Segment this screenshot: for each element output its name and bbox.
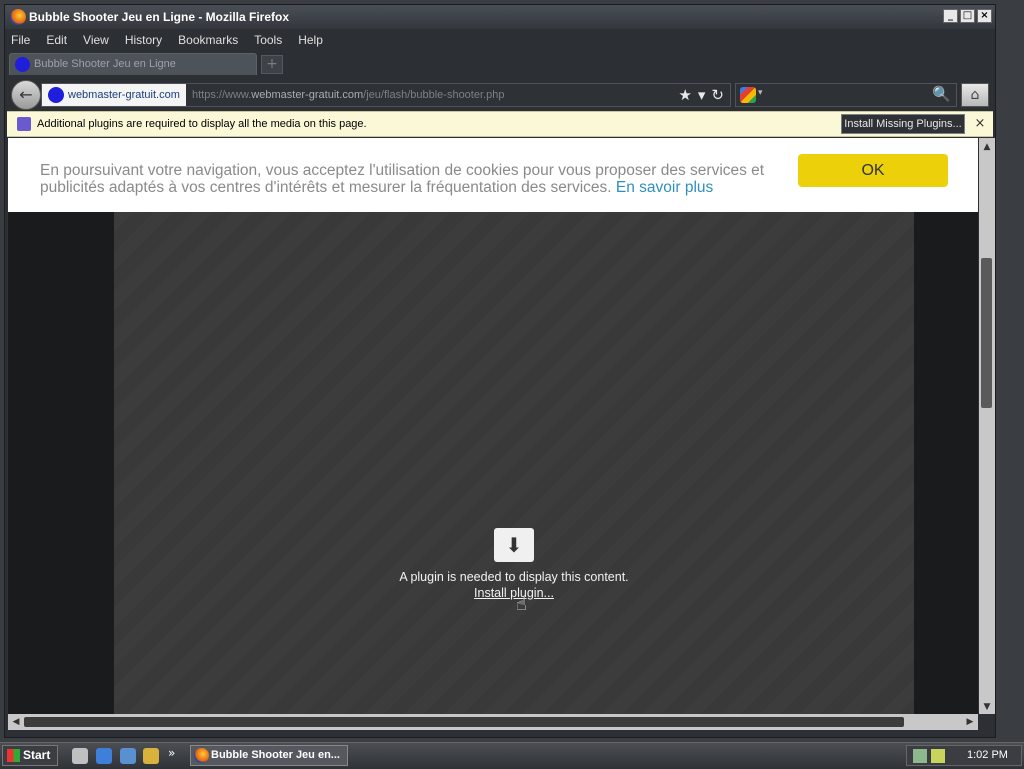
search-box[interactable]: ▾ 🔍 [735, 83, 957, 107]
back-button[interactable]: ← [11, 80, 41, 110]
search-engine-dropdown-icon[interactable]: ▾ [758, 88, 763, 98]
menu-edit[interactable]: Edit [46, 33, 67, 47]
tab-strip: Bubble Shooter Jeu en Ligne + [5, 51, 995, 77]
google-icon[interactable] [740, 87, 756, 103]
cookie-banner: En poursuivant votre navigation, vous ac… [8, 138, 978, 212]
ie-icon[interactable] [96, 748, 112, 764]
url-path: /jeu/flash/bubble-shooter.php [363, 89, 505, 101]
menu-view[interactable]: View [83, 33, 109, 47]
explorer-icon[interactable] [143, 748, 159, 764]
start-button[interactable]: Start [2, 745, 58, 766]
close-button[interactable]: × [977, 9, 992, 23]
menu-bar: File Edit View History Bookmarks Tools H… [5, 29, 995, 51]
cookie-more-link[interactable]: En savoir plus [616, 179, 713, 196]
taskbar: Start » Bubble Shooter Jeu en... 1:02 PM [0, 742, 1024, 769]
network-icon[interactable] [913, 749, 927, 763]
show-desktop-icon[interactable] [72, 748, 88, 764]
new-tab-button[interactable]: + [261, 55, 283, 74]
maximize-button[interactable]: □ [960, 9, 975, 23]
reload-icon[interactable]: ↻ [711, 86, 724, 104]
plugin-icon [17, 117, 31, 131]
url-bar[interactable]: webmaster-gratuit.com https://www.webmas… [41, 83, 731, 107]
url-text: https://www.webmaster-gratuit.com/jeu/fl… [192, 89, 504, 101]
scroll-right-icon[interactable]: ▶ [962, 715, 978, 729]
site-favicon-icon [48, 87, 64, 103]
notification-close-icon[interactable]: × [973, 116, 987, 132]
url-domain: webmaster-gratuit.com [251, 89, 364, 101]
tab-bubble-shooter[interactable]: Bubble Shooter Jeu en Ligne [9, 53, 257, 75]
url-prefix: https://www. [192, 89, 252, 101]
firefox-icon [194, 748, 209, 763]
window-title: Bubble Shooter Jeu en Ligne - Mozilla Fi… [29, 10, 290, 24]
vertical-scrollbar[interactable]: ▲ ▼ [979, 138, 995, 714]
plugin-download-icon[interactable]: ⬇ [494, 528, 534, 562]
quicklaunch-more-icon[interactable]: » [168, 746, 175, 760]
taskbar-firefox-button[interactable]: Bubble Shooter Jeu en... [190, 745, 348, 766]
start-label: Start [23, 748, 51, 762]
horizontal-scroll-thumb[interactable] [24, 717, 904, 727]
browser-window: Bubble Shooter Jeu en Ligne - Mozilla Fi… [4, 4, 996, 738]
home-button[interactable]: ⌂ [961, 83, 989, 107]
taskbar-task-label: Bubble Shooter Jeu en... [211, 749, 340, 761]
menu-tools[interactable]: Tools [254, 33, 282, 47]
vertical-scroll-thumb[interactable] [981, 258, 992, 408]
cookie-text-block: En poursuivant votre navigation, vous ac… [40, 162, 800, 196]
start-flag-icon [7, 749, 20, 762]
flash-game-area[interactable]: ⬇ A plugin is needed to display this con… [114, 212, 914, 714]
plugin-notification-bar: Additional plugins are required to displ… [7, 111, 993, 137]
scroll-down-icon[interactable]: ▼ [979, 700, 995, 714]
horizontal-scrollbar[interactable]: ◀ ▶ [8, 714, 978, 730]
install-plugin-link-text[interactable]: Install plugin... [474, 586, 554, 600]
install-missing-plugins-button[interactable]: Install Missing Plugins... [841, 114, 965, 134]
notification-message: Additional plugins are required to displ… [37, 118, 367, 130]
minimize-button[interactable]: _ [943, 9, 958, 23]
window-controls: _ □ × [943, 9, 992, 23]
system-tray: 1:02 PM [906, 745, 1022, 766]
identity-label: webmaster-gratuit.com [68, 89, 180, 101]
scroll-up-icon[interactable]: ▲ [979, 140, 995, 154]
hand-cursor-icon: ☝ [516, 594, 527, 615]
site-identity[interactable]: webmaster-gratuit.com [42, 84, 186, 106]
title-bar[interactable]: Bubble Shooter Jeu en Ligne - Mozilla Fi… [5, 5, 995, 29]
menu-bookmarks[interactable]: Bookmarks [178, 33, 238, 47]
menu-help[interactable]: Help [298, 33, 323, 47]
navigation-bar: ← webmaster-gratuit.com https://www.webm… [5, 77, 995, 111]
site-favicon-icon [15, 57, 30, 72]
history-dropdown-icon[interactable]: ▾ [698, 86, 706, 104]
outlook-icon[interactable] [120, 748, 136, 764]
bookmark-star-icon[interactable]: ★ [678, 86, 691, 104]
tab-label: Bubble Shooter Jeu en Ligne [34, 58, 176, 70]
install-plugin-link: Install plugin... [114, 586, 914, 600]
cookie-ok-button[interactable]: OK [798, 154, 948, 187]
tray-app-icon[interactable] [931, 749, 945, 763]
firefox-icon [10, 9, 26, 25]
plugin-message: A plugin is needed to display this conte… [399, 570, 629, 584]
page-content: En poursuivant votre navigation, vous ac… [8, 138, 978, 714]
menu-history[interactable]: History [125, 33, 162, 47]
download-arrow-icon: ⬇ [505, 533, 523, 557]
menu-file[interactable]: File [11, 33, 30, 47]
url-actions: ★ ▾ ↻ [678, 86, 724, 104]
scroll-left-icon[interactable]: ◀ [8, 715, 24, 729]
clock: 1:02 PM [967, 749, 1008, 761]
search-icon[interactable]: 🔍 [932, 85, 951, 103]
